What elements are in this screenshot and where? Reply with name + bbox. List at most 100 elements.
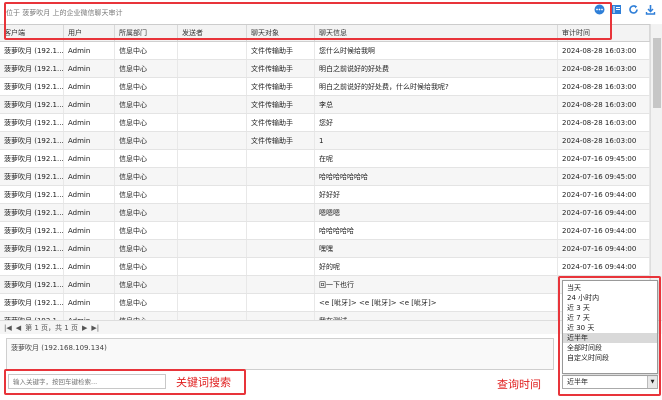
- cell-sender: [178, 42, 247, 59]
- cell-client: 菠萝吹月 (192.1...: [0, 312, 64, 320]
- cell-sender: [178, 186, 247, 203]
- cell-department: 信息中心: [115, 96, 178, 113]
- column-header-user[interactable]: 用户: [64, 25, 115, 41]
- cell-audit-time: 2024-07-16 09:44:00: [558, 222, 650, 239]
- column-header-department[interactable]: 所属部门: [115, 25, 178, 41]
- column-header-chat-message[interactable]: 聊天信息: [315, 25, 558, 41]
- cell-client: 菠萝吹月 (192.1...: [0, 258, 64, 275]
- next-page-button[interactable]: ▶: [82, 324, 87, 332]
- cell-audit-time: 2024-08-28 16:03:00: [558, 60, 650, 77]
- keyword-search-input[interactable]: [8, 374, 166, 389]
- table-row[interactable]: 菠萝吹月 (192.1...Admin信息中心回一下也行2024-07-16 0…: [0, 276, 650, 294]
- cell-chat-message: 您好: [315, 114, 558, 131]
- time-option-today[interactable]: 当天: [563, 283, 657, 293]
- cell-user: Admin: [64, 312, 115, 320]
- cell-sender: [178, 204, 247, 221]
- table-row[interactable]: 菠萝吹月 (192.1... Admin 信息中心 文件传输助手 1 2024-08-28…: [0, 132, 650, 150]
- table-row[interactable]: 菠萝吹月 (192.1... Admin 信息中心 文件传输助手 李总 2024-08-2…: [0, 96, 650, 114]
- cell-client: 菠萝吹月 (192.1...: [0, 78, 64, 95]
- column-header-chat-target[interactable]: 聊天对象: [247, 25, 315, 41]
- column-header-client[interactable]: 客户端: [0, 25, 64, 41]
- table-row[interactable]: 菠萝吹月 (192.1... Admin 信息中心 文件传输助手 您什么时候给我啊 202…: [0, 42, 650, 60]
- last-page-button[interactable]: ▶|: [91, 324, 99, 332]
- cell-sender: [178, 168, 247, 185]
- table-row[interactable]: 菠萝吹月 (192.1... Admin 信息中心 文件传输助手 您好 2024-08-2…: [0, 114, 650, 132]
- cell-user: Admin: [64, 258, 115, 275]
- cell-chat-target: [247, 222, 315, 239]
- cell-chat-message: 嘿嘿: [315, 240, 558, 257]
- prev-page-button[interactable]: ◀: [16, 324, 21, 332]
- table-row[interactable]: 菠萝吹月 (192.1... Admin 信息中心 在呢 2024-07-16 09:4…: [0, 150, 650, 168]
- time-option-30d[interactable]: 近 30 天: [563, 323, 657, 333]
- cell-sender: [178, 240, 247, 257]
- cell-chat-target: [247, 150, 315, 167]
- cell-chat-target: [247, 186, 315, 203]
- cell-department: 信息中心: [115, 132, 178, 149]
- cell-department: 信息中心: [115, 78, 178, 95]
- cell-audit-time: 2024-07-16 09:44:00: [558, 186, 650, 203]
- table-row[interactable]: 菠萝吹月 (192.1... Admin 信息中心 哈哈哈哈哈 2024-07-16 0…: [0, 222, 650, 240]
- time-option-all[interactable]: 全部时间段: [563, 343, 657, 353]
- first-page-button[interactable]: |◀: [4, 324, 12, 332]
- table-body: 菠萝吹月 (192.1... Admin 信息中心 文件传输助手 您什么时候给我啊 202…: [0, 42, 650, 320]
- cell-chat-message: 1: [315, 132, 558, 149]
- cell-sender: [178, 60, 247, 77]
- time-option-24h[interactable]: 24 小时内: [563, 293, 657, 303]
- cell-chat-target: 文件传输助手: [247, 60, 315, 77]
- download-icon[interactable]: [645, 4, 656, 15]
- time-range-select[interactable]: 近半年 ▼: [562, 375, 658, 389]
- cell-chat-message: 回一下也行: [315, 276, 558, 293]
- table-row[interactable]: 菠萝吹月 (192.1... Admin 信息中心 好好好 2024-07-16 09:…: [0, 186, 650, 204]
- window-title: 位于 菠萝吹月 上的企业微信聊天审计: [6, 9, 123, 17]
- table-row[interactable]: 菠萝吹月 (192.1... Admin 信息中心 嗯嗯嗯 2024-07-16 09:…: [0, 204, 650, 222]
- cell-department: 信息中心: [115, 276, 178, 293]
- cell-audit-time: 2024-08-28 16:03:00: [558, 96, 650, 113]
- more-icon[interactable]: [594, 4, 605, 15]
- cell-audit-time: 2024-08-28 16:03:00: [558, 42, 650, 59]
- cell-user: Admin: [64, 96, 115, 113]
- cell-chat-target: [247, 276, 315, 293]
- cell-chat-target: [247, 312, 315, 320]
- cell-chat-target: 文件传输助手: [247, 132, 315, 149]
- cell-audit-time: 2024-08-28 16:03:00: [558, 114, 650, 131]
- time-option-3d[interactable]: 近 3 天: [563, 303, 657, 313]
- cell-sender: [178, 78, 247, 95]
- time-option-7d[interactable]: 近 7 天: [563, 313, 657, 323]
- table-header: 客户端 用户 所属部门 发送者 聊天对象 聊天信息 审计时间: [0, 25, 650, 42]
- vertical-scrollbar[interactable]: [650, 24, 662, 320]
- cell-sender: [178, 258, 247, 275]
- cell-department: 信息中心: [115, 294, 178, 311]
- cell-department: 信息中心: [115, 258, 178, 275]
- cell-user: Admin: [64, 222, 115, 239]
- refresh-icon[interactable]: [628, 4, 639, 15]
- table-row[interactable]: 菠萝吹月 (192.1...Admin信息中心我在测试2024-07-16 09…: [0, 312, 650, 320]
- cell-client: 菠萝吹月 (192.1...: [0, 150, 64, 167]
- time-option-half-year[interactable]: 近半年: [563, 333, 657, 343]
- cell-client: 菠萝吹月 (192.1...: [0, 186, 64, 203]
- table-row[interactable]: 菠萝吹月 (192.1... Admin 信息中心 好的呢 2024-07-16 09:…: [0, 258, 650, 276]
- column-header-sender[interactable]: 发送者: [178, 25, 247, 41]
- chevron-down-icon[interactable]: ▼: [647, 376, 657, 388]
- cell-client: 菠萝吹月 (192.1...: [0, 204, 64, 221]
- cell-user: Admin: [64, 60, 115, 77]
- cell-audit-time: 2024-07-16 09:44:00: [558, 240, 650, 257]
- cell-chat-target: [247, 168, 315, 185]
- table-row[interactable]: 菠萝吹月 (192.1... Admin 信息中心 哈哈哈哈哈哈哈 2024-07-16…: [0, 168, 650, 186]
- table-row[interactable]: 菠萝吹月 (192.1... Admin 信息中心 文件传输助手 明白之前说好的好处费 2…: [0, 60, 650, 78]
- page-info: 第 1 页，共 1 页: [25, 323, 78, 332]
- cell-department: 信息中心: [115, 204, 178, 221]
- book-icon[interactable]: [611, 4, 622, 15]
- table-row[interactable]: 菠萝吹月 (192.1... Admin 信息中心 文件传输助手 明白之前说好的好处费，…: [0, 78, 650, 96]
- column-header-audit-time[interactable]: 审计时间: [558, 25, 650, 41]
- table-row[interactable]: 菠萝吹月 (192.1... Admin 信息中心 <e [呲牙]> <e [呲牙]>…: [0, 294, 650, 312]
- cell-department: 信息中心: [115, 150, 178, 167]
- cell-user: Admin: [64, 240, 115, 257]
- time-option-custom[interactable]: 自定义时间段: [563, 353, 657, 363]
- title-bar: 位于 菠萝吹月 上的企业微信聊天审计: [0, 0, 662, 24]
- toolbar: [594, 4, 656, 15]
- cell-client: 菠萝吹月 (192.1...: [0, 132, 64, 149]
- cell-audit-time: 2024-07-16 09:45:00: [558, 168, 650, 185]
- cell-department: 信息中心: [115, 240, 178, 257]
- table-row[interactable]: 菠萝吹月 (192.1... Admin 信息中心 嘿嘿 2024-07-16 09:4…: [0, 240, 650, 258]
- scrollbar-thumb[interactable]: [653, 38, 661, 108]
